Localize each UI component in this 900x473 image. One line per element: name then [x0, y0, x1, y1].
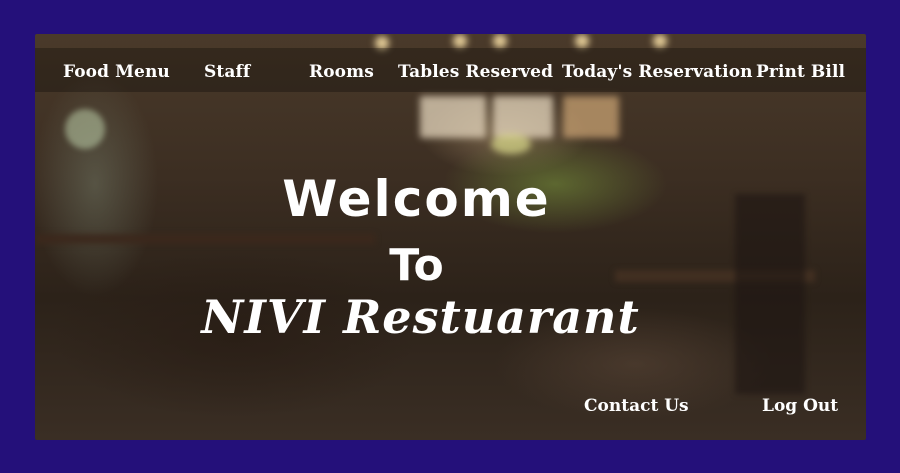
nav-staff[interactable]: Staff [204, 62, 250, 82]
background-decoration [35, 34, 866, 440]
to-heading: To [389, 240, 444, 291]
nav-rooms[interactable]: Rooms [309, 62, 374, 82]
nav-tables-reserved[interactable]: Tables Reserved [398, 62, 553, 82]
contact-us-link[interactable]: Contact Us [584, 396, 689, 416]
nav-todays-reservation[interactable]: Today's Reservation [562, 62, 753, 82]
welcome-heading: Welcome [282, 170, 551, 228]
log-out-link[interactable]: Log Out [762, 396, 838, 416]
restaurant-name-heading: NIVI Restuarant [201, 290, 640, 344]
nav-food-menu[interactable]: Food Menu [63, 62, 170, 82]
hero-background-image: Food Menu Staff Rooms Tables Reserved To… [35, 34, 866, 440]
nav-print-bill[interactable]: Print Bill [756, 62, 845, 82]
